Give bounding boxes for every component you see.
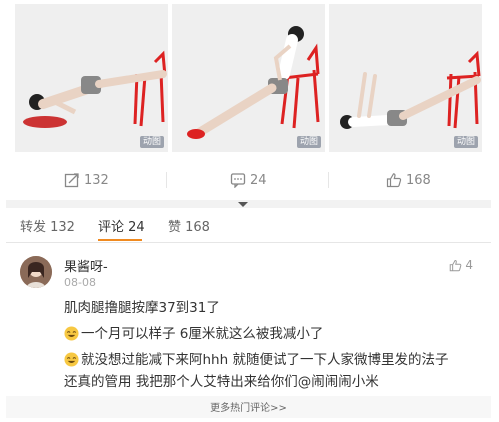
share-icon — [64, 173, 79, 188]
comment-item: 果酱呀- 08-08 4 肌肉腿撸腿按摩37到31了 一个月可以样子 6厘米就这… — [6, 244, 491, 394]
comment-text: 就没想过能减下来阿hhh 就随便试了一下人家微博里发的法子 — [81, 352, 449, 368]
comment-line: 肌肉腿撸腿按摩37到31了 — [64, 296, 220, 316]
section-gap — [6, 200, 491, 208]
comment-line: 还真的管用 我把那个人艾特出来给你们@闹闹闹小米 — [64, 370, 379, 390]
like-button[interactable]: 168 — [386, 170, 431, 190]
laughing-emoji-icon — [64, 352, 79, 367]
comment-text: 肌肉腿撸腿按摩37到31了 — [64, 300, 220, 316]
exercise-gif-3[interactable]: 动图 — [329, 4, 482, 152]
more-comments-bar: 更多热门评论>> — [6, 396, 491, 418]
comment-text: 还真的管用 我把那个人艾特出来给你们@闹闹闹小米 — [64, 374, 379, 390]
tab-comments[interactable]: 评论 24 — [98, 216, 145, 235]
caret-down-icon — [238, 202, 248, 207]
comment-like-count: 4 — [465, 258, 473, 272]
share-button[interactable]: 132 — [64, 170, 109, 190]
tab-likes[interactable]: 赞 168 — [168, 216, 210, 235]
comment-line: 一个月可以样子 6厘米就这么被我减小了 — [64, 322, 323, 342]
like-count: 168 — [406, 172, 431, 188]
comment-username[interactable]: 果酱呀- — [64, 256, 108, 275]
image-gallery: 动图 动图 动图 — [15, 4, 482, 152]
exercise-gif-1[interactable]: 动图 — [15, 4, 168, 152]
thumb-up-icon — [450, 259, 462, 271]
laughing-emoji-icon — [64, 326, 79, 341]
divider — [328, 172, 329, 188]
tab-reposts[interactable]: 转发 132 — [20, 216, 75, 235]
active-tab-indicator — [98, 239, 142, 241]
comment-like-button[interactable]: 4 — [449, 258, 473, 272]
exercise-gif-2[interactable]: 动图 — [172, 4, 325, 152]
gif-badge: 动图 — [139, 136, 164, 148]
comment-text: 一个月可以样子 6厘米就这么被我减小了 — [81, 326, 324, 342]
action-bar: 132 24 168 — [6, 160, 491, 200]
comment-line: 就没想过能减下来阿hhh 就随便试了一下人家微博里发的法子 — [64, 348, 448, 368]
more-comments-link[interactable]: 更多热门评论>> — [210, 403, 287, 414]
comment-count: 24 — [250, 172, 267, 188]
avatar[interactable] — [20, 256, 52, 288]
share-count: 132 — [84, 172, 109, 188]
thumb-up-icon — [386, 173, 402, 188]
divider — [166, 172, 167, 188]
gif-badge: 动图 — [296, 136, 321, 148]
comment-tabs: 转发 132 评论 24 赞 168 — [6, 208, 491, 243]
comment-button[interactable]: 24 — [230, 170, 267, 190]
comment-icon — [230, 173, 246, 188]
weibo-post-card: 动图 动图 动图 132 24 168 转发 132 评论 24 赞 168 果… — [6, 4, 491, 418]
gif-badge: 动图 — [453, 136, 478, 148]
comment-time: 08-08 — [64, 276, 96, 289]
